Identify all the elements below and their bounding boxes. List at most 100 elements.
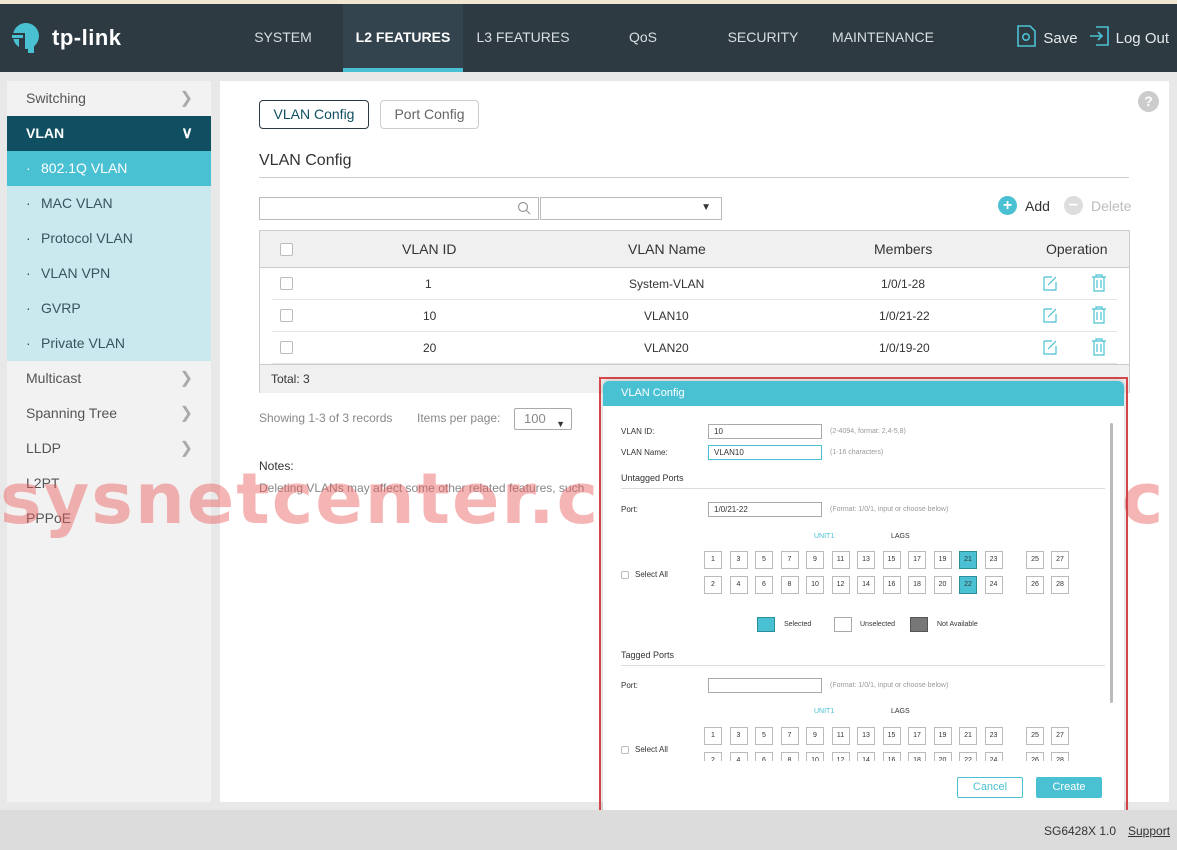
support-link[interactable]: Support xyxy=(1128,824,1170,838)
sidebar-item-gvrp[interactable]: · GVRP xyxy=(7,291,211,326)
port-23[interactable]: 23 xyxy=(984,727,1003,745)
vlan-id-cell: 20 xyxy=(423,341,437,355)
vlan-submenu: · 802.1Q VLAN · MAC VLAN · Protocol VLAN · V… xyxy=(7,151,211,361)
vlan-name-cell: VLAN10 xyxy=(644,309,689,323)
vlan-id-cell: 10 xyxy=(423,309,437,323)
port-11[interactable]: 11 xyxy=(831,727,850,745)
port-27[interactable]: 27 xyxy=(1051,727,1069,745)
port-17[interactable]: 17 xyxy=(908,727,926,745)
members-cell: 1/0/19-20 xyxy=(879,341,930,355)
port-28[interactable]: 28 xyxy=(1051,752,1069,761)
port-21[interactable]: 21 xyxy=(959,727,977,745)
sidebar-item-multicast[interactable]: Multicast ❯ xyxy=(7,361,211,396)
sidebar-item-label: GVRP xyxy=(41,300,81,316)
port-8[interactable]: 8 xyxy=(780,752,799,761)
vlan-table: VLAN ID VLAN Name Members Operation 1 Sy… xyxy=(259,230,1130,393)
top-navigation-bar: tp-link SYSTEM L2 FEATURES L3 FEATURES Q… xyxy=(0,4,1177,72)
edit-icon[interactable] xyxy=(1043,275,1057,294)
port-14[interactable]: 14 xyxy=(857,752,875,761)
port-1[interactable]: 1 xyxy=(704,727,722,745)
edit-icon[interactable] xyxy=(1043,307,1057,326)
nav-system[interactable]: SYSTEM xyxy=(223,4,343,72)
sidebar-item-label: 802.1Q VLAN xyxy=(41,160,128,176)
chevron-right-icon: ❯ xyxy=(179,90,193,107)
cancel-button[interactable]: Cancel xyxy=(957,777,1023,798)
port-12[interactable]: 12 xyxy=(831,752,850,761)
nav-maintenance[interactable]: MAINTENANCE xyxy=(823,4,943,72)
port-19[interactable]: 19 xyxy=(933,727,952,745)
nav-qos[interactable]: QoS xyxy=(583,4,703,72)
nav-l2-features[interactable]: L2 FEATURES xyxy=(343,4,463,72)
row-checkbox[interactable] xyxy=(280,277,293,290)
search-icon xyxy=(517,201,531,220)
trash-icon[interactable] xyxy=(1091,274,1107,295)
sidebar-item-private-vlan[interactable]: · Private VLAN xyxy=(7,326,211,361)
port-18[interactable]: 18 xyxy=(908,752,926,761)
port-26[interactable]: 26 xyxy=(1026,752,1044,761)
port-6[interactable]: 6 xyxy=(755,752,773,761)
column-vlan-name[interactable]: VLAN Name xyxy=(628,241,706,257)
sidebar-item-switching[interactable]: Switching ❯ xyxy=(7,81,211,116)
port-5[interactable]: 5 xyxy=(755,727,773,745)
items-per-page-select[interactable]: 100 ▼ xyxy=(514,408,572,430)
sidebar-item-label: VLAN VPN xyxy=(41,265,111,281)
add-button[interactable]: + Add xyxy=(998,196,1050,215)
tab-port-config[interactable]: Port Config xyxy=(380,100,479,129)
tab-vlan-config[interactable]: VLAN Config xyxy=(259,100,369,129)
row-checkbox[interactable] xyxy=(280,309,293,322)
port-15[interactable]: 15 xyxy=(882,727,901,745)
sidebar-item-label: VLAN xyxy=(26,125,65,141)
trash-icon[interactable] xyxy=(1091,306,1107,327)
sidebar-item-label: Protocol VLAN xyxy=(41,230,133,246)
sidebar-item-label: MAC VLAN xyxy=(41,195,113,211)
divider xyxy=(259,177,1129,178)
caret-down-icon: ▼ xyxy=(556,419,565,429)
sidebar-item-mac-vlan[interactable]: · MAC VLAN xyxy=(7,186,211,221)
port-9[interactable]: 9 xyxy=(806,727,824,745)
port-4[interactable]: 4 xyxy=(729,752,748,761)
table-row: 20 VLAN20 1/0/19-20 xyxy=(272,332,1117,364)
sidebar-item-spanning-tree[interactable]: Spanning Tree ❯ xyxy=(7,396,211,431)
delete-label: Delete xyxy=(1091,197,1132,214)
model-version: SG6428X 1.0 xyxy=(1044,824,1117,838)
select-all-checkbox[interactable] xyxy=(280,243,293,256)
port-25[interactable]: 25 xyxy=(1026,727,1044,745)
sidebar-item-label: Spanning Tree xyxy=(26,405,118,421)
plus-icon: + xyxy=(998,196,1017,215)
tp-link-logo[interactable]: tp-link xyxy=(8,20,122,56)
row-checkbox[interactable] xyxy=(280,341,293,354)
port-13[interactable]: 13 xyxy=(857,727,875,745)
footer: SG6428X 1.0 Support xyxy=(0,810,1177,850)
port-2[interactable]: 2 xyxy=(704,752,722,761)
edit-icon[interactable] xyxy=(1043,339,1057,358)
nav-l3-features[interactable]: L3 FEATURES xyxy=(463,4,583,72)
caret-down-icon: ▼ xyxy=(701,202,711,213)
delete-button[interactable]: − Delete xyxy=(1064,196,1131,215)
brand-name: tp-link xyxy=(52,25,122,50)
port-3[interactable]: 3 xyxy=(729,727,748,745)
search-input[interactable] xyxy=(259,197,539,220)
filter-select[interactable]: ▼ xyxy=(540,197,722,220)
table-header: VLAN ID VLAN Name Members Operation xyxy=(260,231,1129,268)
dialog-scrollbar[interactable] xyxy=(1110,423,1113,703)
column-vlan-id[interactable]: VLAN ID xyxy=(402,241,456,257)
save-button[interactable]: Save xyxy=(1015,24,1078,52)
sidebar-item-vlan[interactable]: VLAN ∨ xyxy=(7,116,211,151)
help-icon[interactable]: ? xyxy=(1138,91,1159,112)
logout-button[interactable]: Log Out xyxy=(1088,24,1169,52)
nav-security[interactable]: SECURITY xyxy=(703,4,823,72)
port-10[interactable]: 10 xyxy=(806,752,824,761)
port-7[interactable]: 7 xyxy=(780,727,799,745)
port-24[interactable]: 24 xyxy=(984,752,1003,761)
port-16[interactable]: 16 xyxy=(882,752,901,761)
sidebar-item-vlan-vpn[interactable]: · VLAN VPN xyxy=(7,256,211,291)
trash-icon[interactable] xyxy=(1091,338,1107,359)
sidebar-item-protocol-vlan[interactable]: · Protocol VLAN xyxy=(7,221,211,256)
create-button[interactable]: Create xyxy=(1036,777,1102,798)
sidebar-item-label: Multicast xyxy=(26,370,82,386)
sidebar-item-8021q-vlan[interactable]: · 802.1Q VLAN xyxy=(7,151,211,186)
column-members[interactable]: Members xyxy=(874,241,932,257)
port-22[interactable]: 22 xyxy=(959,752,977,761)
tp-link-logo-icon xyxy=(8,20,44,56)
port-20[interactable]: 20 xyxy=(933,752,952,761)
